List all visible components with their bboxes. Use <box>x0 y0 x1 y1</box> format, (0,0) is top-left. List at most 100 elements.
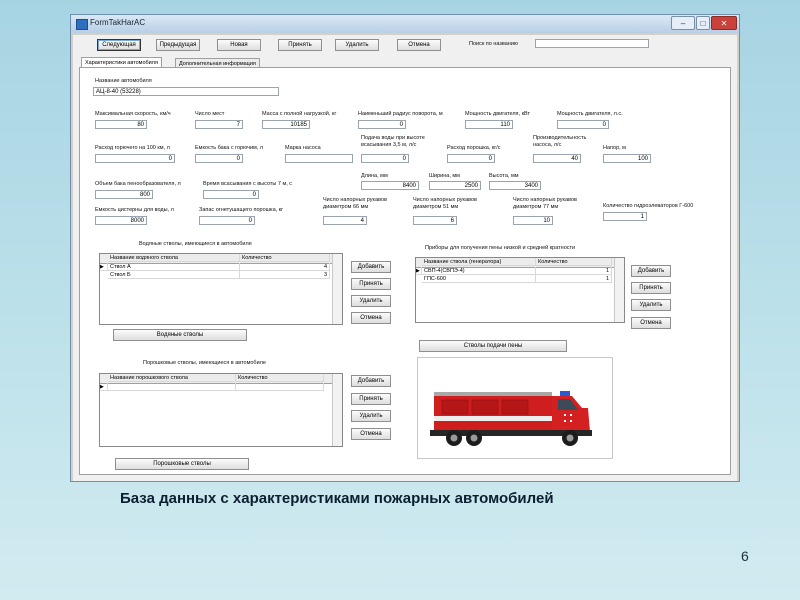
powder-nozzles-grid[interactable]: Название порошкового ствола Количество ▶ <box>99 373 343 447</box>
cancel-button[interactable]: Отмена <box>397 39 441 51</box>
grid-scrollbar[interactable] <box>332 374 342 446</box>
accept-button[interactable]: Принять <box>278 39 322 51</box>
hoses77-field[interactable]: 10 <box>513 216 553 225</box>
powder-rate-label: Расход порошка, кг/с <box>447 145 501 151</box>
power-hp-label: Мощность двигателя, л.с. <box>557 111 623 117</box>
height-field[interactable]: 3400 <box>489 181 541 190</box>
previous-button[interactable]: Предыдущая <box>156 39 200 51</box>
app-window: FormTakHarAC – □ ✕ Следующая Предыдущая … <box>70 14 740 482</box>
mass-field[interactable]: 10185 <box>262 120 310 129</box>
fuel-field[interactable]: 0 <box>95 154 175 163</box>
water-tank-field[interactable]: 8000 <box>95 216 147 225</box>
table-cell[interactable]: 1 <box>536 267 612 275</box>
powder-supply-field[interactable]: 0 <box>199 216 255 225</box>
table-cell[interactable]: 4 <box>240 263 330 271</box>
foam-tank-label: Объем бака пенообразователя, л <box>95 181 181 187</box>
powder-rate-field[interactable]: 0 <box>447 154 495 163</box>
empty-row-cell[interactable] <box>108 383 236 391</box>
water-add-button[interactable]: Добавить <box>351 261 391 273</box>
foam-add-button[interactable]: Добавить <box>631 265 671 277</box>
elevators-label: Количество гидроэлеваторов Г-600 <box>603 203 694 209</box>
suction-time-label: Время всасывания с высоты 7 м, с <box>203 181 293 187</box>
close-button[interactable]: ✕ <box>711 16 737 30</box>
search-label: Поиск по названию <box>469 41 519 47</box>
water-accept-button[interactable]: Принять <box>351 278 391 290</box>
table-cell[interactable]: 1 <box>536 275 612 283</box>
column-header[interactable]: Количество <box>240 254 330 262</box>
powder-nozzles-title: Порошковые стволы, имеющиеся в автомобил… <box>143 360 266 366</box>
height-label: Высота, мм <box>489 173 519 179</box>
row-indicator-icon: ▶ <box>100 383 108 391</box>
title-bar: FormTakHarAC – □ ✕ <box>71 15 739 33</box>
empty-row-cell[interactable] <box>236 383 324 391</box>
hoses77-label: Число напорных рукавов диаметром 77 мм <box>513 197 577 210</box>
turn-radius-field[interactable]: 0 <box>358 120 406 129</box>
water-delete-button[interactable]: Удалить <box>351 295 391 307</box>
hoses51-field[interactable]: 6 <box>413 216 457 225</box>
fuel-tank-field[interactable]: 0 <box>195 154 243 163</box>
foam-delete-button[interactable]: Удалить <box>631 299 671 311</box>
pump-brand-field[interactable] <box>285 154 353 163</box>
water-nozzles-button[interactable]: Водяные стволы <box>113 329 247 341</box>
name-label: Название автомобиля <box>95 78 152 84</box>
foam-cancel-button[interactable]: Отмена <box>631 317 671 329</box>
new-button[interactable]: Новая <box>217 39 261 51</box>
width-label: Ширина, мм <box>429 173 460 179</box>
powder-add-button[interactable]: Добавить <box>351 375 391 387</box>
water-cancel-button[interactable]: Отмена <box>351 312 391 324</box>
mass-label: Масса с полной нагрузкой, кг <box>262 111 337 117</box>
water-supply-label: Подача воды при высоте всасывания 3,5 м,… <box>361 135 425 148</box>
power-hp-field[interactable]: 0 <box>557 120 609 129</box>
minimize-button[interactable]: – <box>671 16 695 30</box>
length-field[interactable]: 8400 <box>361 181 419 190</box>
elevators-field[interactable]: 1 <box>603 212 647 221</box>
seats-field[interactable]: 7 <box>195 120 243 129</box>
maximize-button[interactable]: □ <box>696 16 710 30</box>
foam-nozzles-button[interactable]: Стволы подачи пены <box>419 340 567 352</box>
water-supply-field[interactable]: 0 <box>361 154 409 163</box>
foam-tank-field[interactable]: 800 <box>95 190 153 199</box>
form-client-area: Следующая Предыдущая Новая Принять Удали… <box>73 35 737 481</box>
column-header[interactable]: Количество <box>536 258 612 266</box>
name-field[interactable]: АЦ-8-40 (53228) <box>93 87 279 96</box>
hoses66-label: Число напорных рукавов диаметром 66 мм <box>323 197 387 210</box>
width-field[interactable]: 2500 <box>429 181 481 190</box>
column-header[interactable]: Название порошкового ствола <box>108 374 236 382</box>
powder-accept-button[interactable]: Принять <box>351 393 391 405</box>
length-label: Длина, мм <box>361 173 388 179</box>
suction-time-field[interactable]: 0 <box>203 190 259 199</box>
search-input[interactable] <box>535 39 649 48</box>
head-field[interactable]: 100 <box>603 154 651 163</box>
powder-cancel-button[interactable]: Отмена <box>351 428 391 440</box>
column-header[interactable]: Количество <box>236 374 324 382</box>
hoses66-field[interactable]: 4 <box>323 216 367 225</box>
grid-scrollbar[interactable] <box>332 254 342 324</box>
powder-nozzles-button[interactable]: Порошковые стволы <box>115 458 249 470</box>
fire-truck-image <box>417 357 613 459</box>
water-nozzles-grid[interactable]: Название водяного ствола Количество ▶ Ст… <box>99 253 343 325</box>
max-speed-field[interactable]: 80 <box>95 120 147 129</box>
table-cell[interactable]: Ствол А <box>108 263 240 271</box>
foam-devices-title: Приборы для получения пены низкой и сред… <box>425 245 576 251</box>
table-cell[interactable]: ГПС-600 <box>422 275 536 283</box>
delete-button[interactable]: Удалить <box>335 39 379 51</box>
pump-perf-field[interactable]: 40 <box>533 154 581 163</box>
grid-scrollbar[interactable] <box>614 258 624 322</box>
power-kw-field[interactable]: 110 <box>465 120 513 129</box>
powder-delete-button[interactable]: Удалить <box>351 410 391 422</box>
table-cell[interactable]: СВП-4(СВПЭ-4) <box>422 267 536 275</box>
row-indicator-icon: ▶ <box>100 263 108 271</box>
foam-accept-button[interactable]: Принять <box>631 282 671 294</box>
table-cell[interactable]: 3 <box>240 271 330 279</box>
next-button[interactable]: Следующая <box>97 39 141 51</box>
power-kw-label: Мощность двигателя, кВт <box>465 111 531 117</box>
page-number: 6 <box>741 548 749 564</box>
column-header[interactable]: Название ствола (генератора) <box>422 258 536 266</box>
water-nozzles-title: Водяные стволы, имеющиеся в автомобиле <box>139 241 252 247</box>
slide-caption: База данных с характеристиками пожарных … <box>120 490 554 507</box>
foam-devices-grid[interactable]: Название ствола (генератора) Количество … <box>415 257 625 323</box>
column-header[interactable]: Название водяного ствола <box>108 254 240 262</box>
powder-supply-label: Запас огнетушащего порошка, кг <box>199 207 284 213</box>
table-cell[interactable]: Ствол Б <box>108 271 240 279</box>
hoses51-label: Число напорных рукавов диаметром 51 мм <box>413 197 477 210</box>
